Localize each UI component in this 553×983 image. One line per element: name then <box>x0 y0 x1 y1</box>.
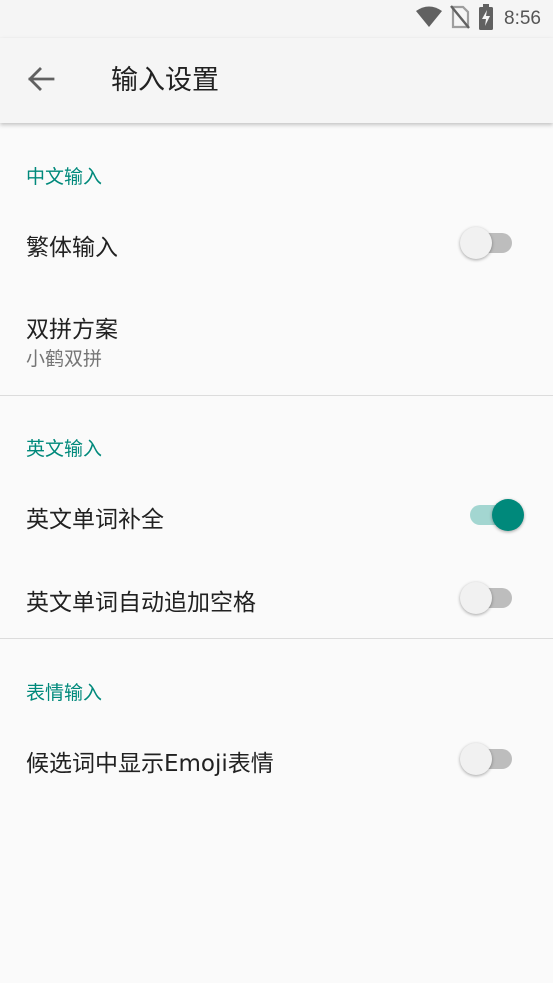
status-time: 8:56 <box>504 8 541 29</box>
section-divider <box>0 638 553 639</box>
switch-thumb <box>492 499 524 531</box>
wifi-icon <box>416 6 443 32</box>
pref-title: 英文单词补全 <box>26 507 164 533</box>
pref-shuangpin-scheme[interactable]: 双拼方案 小鹤双拼 <box>0 288 553 393</box>
status-icons: 8:56 <box>416 4 541 34</box>
pref-summary: 小鹤双拼 <box>26 348 103 370</box>
word-completion-switch[interactable] <box>460 497 524 533</box>
pref-title: 英文单词自动追加空格 <box>26 590 256 616</box>
switch-thumb <box>460 582 492 614</box>
pref-traditional-input[interactable]: 繁体输入 <box>0 203 553 283</box>
status-bar: 8:56 <box>0 0 553 38</box>
section-header-emoji: 表情输入 <box>26 682 103 704</box>
pref-title: 候选词中显示Emoji表情 <box>26 751 274 777</box>
switch-thumb <box>460 743 492 775</box>
pref-word-completion[interactable]: 英文单词补全 <box>0 475 553 555</box>
pref-auto-space[interactable]: 英文单词自动追加空格 <box>0 558 553 638</box>
pref-title: 双拼方案 <box>26 317 118 343</box>
app-bar: 输入设置 <box>0 38 553 123</box>
auto-space-switch[interactable] <box>460 580 524 616</box>
page-title: 输入设置 <box>111 65 219 96</box>
no-sim-icon <box>450 5 470 33</box>
emoji-candidates-switch[interactable] <box>460 741 524 777</box>
pref-emoji-candidates[interactable]: 候选词中显示Emoji表情 <box>0 719 553 799</box>
back-button[interactable] <box>18 58 64 104</box>
pref-title: 繁体输入 <box>26 235 118 261</box>
traditional-input-switch[interactable] <box>460 225 524 261</box>
section-divider <box>0 395 553 396</box>
battery-charging-icon <box>478 4 494 34</box>
section-header-chinese: 中文输入 <box>26 166 103 188</box>
switch-thumb <box>460 227 492 259</box>
arrow-back-icon <box>27 65 55 97</box>
section-header-english: 英文输入 <box>26 438 103 460</box>
